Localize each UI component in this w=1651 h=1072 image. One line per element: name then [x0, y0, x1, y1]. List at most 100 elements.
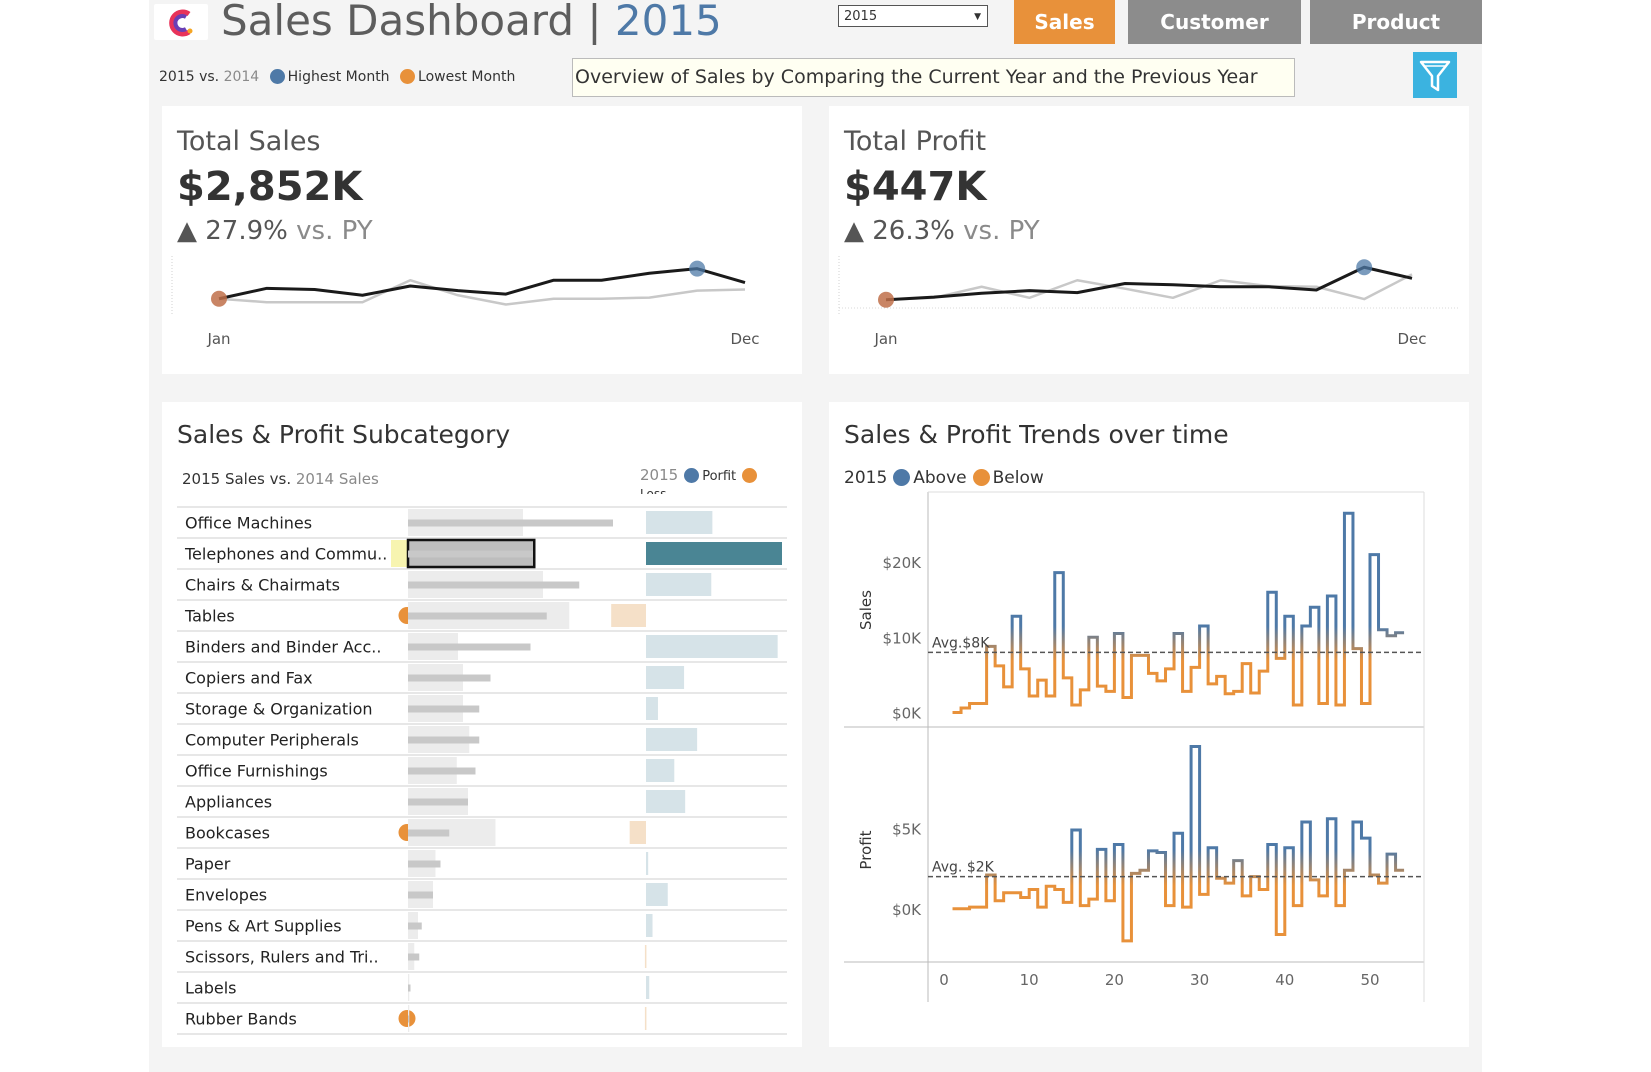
bar-2015-sales: [408, 891, 433, 899]
nav-sales-label: Sales: [1034, 10, 1095, 34]
bar-2015-profit: [646, 697, 658, 720]
subcategory-label: Bookcases: [185, 824, 270, 843]
subcategory-card: Sales & Profit Subcategory 2015 Sales vs…: [162, 402, 802, 1047]
kpi-value: $2,852K: [177, 164, 363, 210]
kpi-card-sales: Total Sales $2,852K ▲ 27.9% vs. PY Jan De…: [162, 106, 802, 374]
subcategory-label: Rubber Bands: [185, 1010, 297, 1029]
kpi-vs-label: vs. PY: [963, 216, 1040, 246]
bar-2015-profit: [646, 976, 650, 999]
subcategory-label: Chairs & Chairmats: [185, 576, 340, 595]
bar-2015-profit: [646, 883, 668, 906]
bar-2015-sales: [408, 550, 533, 558]
funnel-icon: [1419, 60, 1451, 92]
bar-2015-profit-loss: [644, 1007, 647, 1030]
nav-product-label: Product: [1351, 10, 1441, 34]
bar-2015-sales: [408, 674, 491, 682]
lowest-dot-icon: [400, 69, 416, 84]
bar-2015-sales: [408, 519, 613, 527]
bar-2015-sales: [408, 984, 411, 992]
bar-2015-profit: [646, 666, 685, 689]
x-tick-label: Dec: [1397, 330, 1426, 348]
highest-month-marker: [689, 260, 706, 277]
y-tick-label: $5K: [892, 820, 922, 838]
bar-2015-profit: [646, 635, 778, 658]
highest-dot-icon: [269, 69, 285, 84]
bar-2015-sales: [408, 953, 420, 961]
profit-sparkline: Jan Dec: [838, 256, 1459, 348]
average-label: Avg.$8K: [932, 635, 990, 651]
subcategory-label: Office Machines: [185, 514, 312, 533]
year-select[interactable]: 2015 ▼: [838, 5, 988, 27]
bar-2015-sales: [408, 1015, 410, 1023]
kpi-vs-label: vs. PY: [296, 216, 373, 246]
x-tick-label: Dec: [730, 330, 759, 348]
kpi-title: Total Profit: [844, 126, 987, 157]
subcategory-label: Office Furnishings: [185, 762, 328, 781]
bar-2015-profit-loss: [644, 945, 647, 968]
subcategory-label: Labels: [185, 979, 237, 998]
subcategory-label: Tables: [184, 607, 235, 626]
y-tick-label: $0K: [892, 704, 922, 722]
bar-2015-sales: [408, 798, 468, 806]
subcategory-label: Paper: [185, 855, 231, 874]
bar-2015-profit: [646, 914, 653, 937]
bar-2015-sales: [408, 922, 422, 930]
nav-customer-label: Customer: [1160, 10, 1269, 34]
kpi-card-profit: Total Profit $447K ▲ 26.3% vs. PY Jan Dec: [829, 106, 1469, 374]
average-label: Avg. $2K: [932, 860, 995, 876]
x-tick-label: 40: [1275, 971, 1294, 989]
x-tick-label: 30: [1190, 971, 1209, 989]
kpi-change: ▲ 26.3% vs. PY: [844, 216, 1040, 246]
y-tick-label: $0K: [892, 901, 922, 919]
x-tick-label: 10: [1020, 971, 1039, 989]
subcategory-label: Appliances: [185, 793, 272, 812]
subcategory-label: Scissors, Rulers and Tri..: [185, 948, 379, 967]
page-title: Sales Dashboard | 2015: [221, 0, 722, 45]
kpi-change-pct: 27.9%: [205, 216, 288, 246]
top-legend: 2015 vs. 2014 Highest Month Lowest Month: [159, 69, 515, 85]
nav-customer-button[interactable]: Customer: [1128, 0, 1301, 44]
bar-2015-profit: [646, 790, 686, 813]
trend-step-line: [952, 511, 1405, 714]
bar-2015-profit-loss: [629, 821, 646, 844]
subcategory-label: Binders and Binder Acc..: [185, 638, 381, 657]
y-axis-title: Sales: [857, 590, 875, 630]
bar-2015-profit-loss: [611, 604, 646, 627]
up-arrow-icon: ▲: [844, 216, 864, 246]
subcategory-label: Pens & Art Supplies: [185, 917, 342, 936]
title-main: Sales Dashboard |: [221, 0, 602, 45]
x-tick-label: 20: [1105, 971, 1124, 989]
kpi-value: $447K: [844, 164, 987, 210]
bar-2015-profit: [646, 852, 649, 875]
bar-2015-profit: [646, 542, 782, 565]
chevron-down-icon: ▼: [974, 12, 981, 22]
filter-button[interactable]: [1413, 52, 1457, 98]
x-tick-label: 0: [939, 971, 949, 989]
nav-sales-button[interactable]: Sales: [1014, 0, 1115, 44]
overview-text: Overview of Sales by Comparing the Curre…: [572, 58, 1295, 97]
bar-2015-sales: [408, 612, 547, 620]
lowest-month-marker: [878, 291, 894, 308]
subcategory-label: Telephones and Commu..: [184, 545, 387, 564]
bar-2015-sales: [408, 705, 480, 713]
bar-2015-profit: [646, 511, 713, 534]
kpi-change-pct: 26.3%: [872, 216, 955, 246]
bar-2015-sales: [408, 860, 441, 868]
bar-2015-profit: [646, 728, 698, 751]
bar-2015-sales: [408, 829, 450, 837]
trends-chart: $0K $10K $20K Sales Avg.$8K $0K $5K Profit Avg. …: [844, 491, 1425, 1002]
subcategory-label: Computer Peripherals: [185, 731, 359, 750]
subcategory-chart: Office Machines Telephones and Commu.. Cha…: [177, 506, 787, 1035]
x-tick-label: Jan: [873, 330, 897, 348]
y-axis-title: Profit: [857, 830, 875, 869]
y-tick-label: $10K: [883, 629, 923, 647]
title-year: 2015: [614, 0, 722, 45]
lowest-month-marker: [211, 290, 227, 307]
year-select-value: 2015: [844, 9, 878, 24]
bar-2015-sales: [408, 767, 476, 775]
x-tick-label: 50: [1360, 971, 1379, 989]
subcategory-label: Storage & Organization: [185, 700, 373, 719]
nav-product-button[interactable]: Product: [1310, 0, 1482, 44]
legend-highest: Highest Month: [287, 69, 390, 85]
bar-2015-sales: [408, 643, 531, 651]
